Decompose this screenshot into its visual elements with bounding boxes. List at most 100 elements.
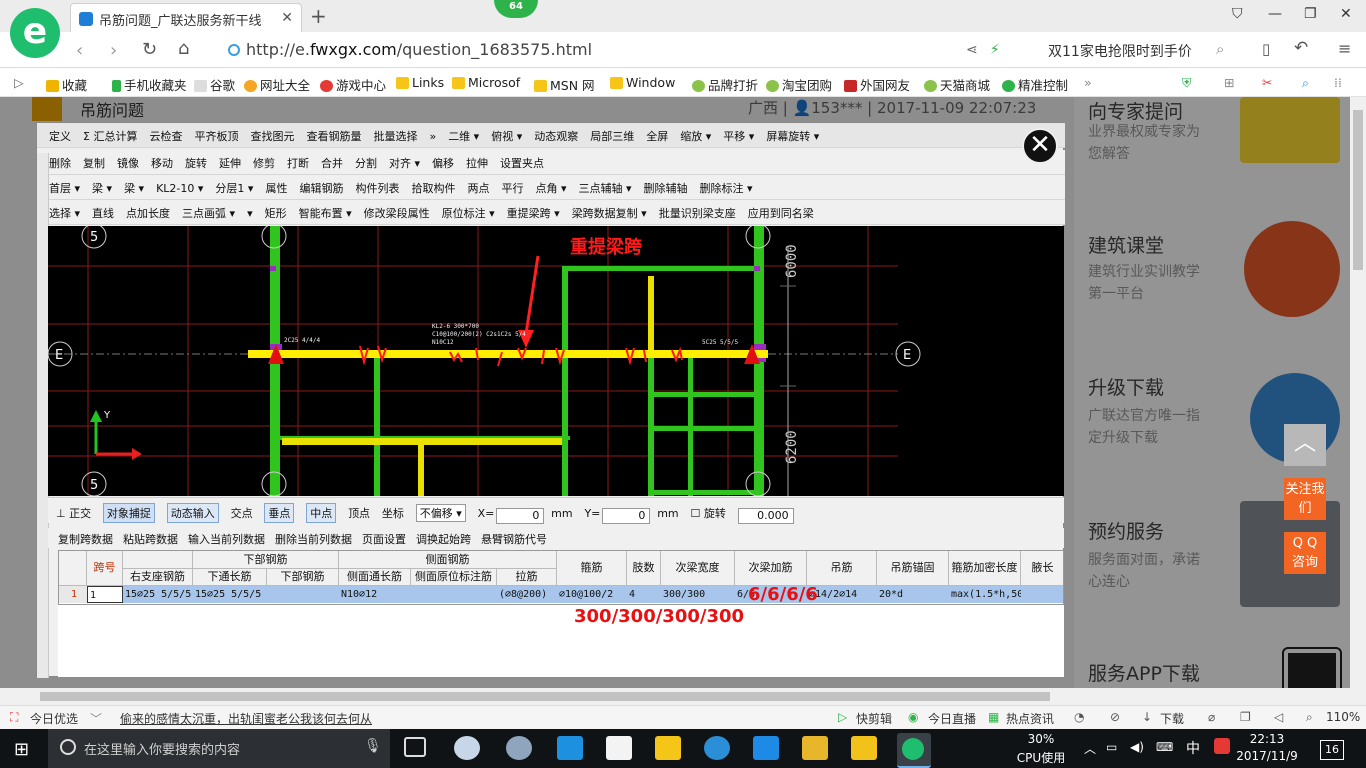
toolbar-button[interactable]: 拾取构件 <box>411 180 455 196</box>
toolbar-button[interactable]: 页面设置 <box>362 531 406 547</box>
bookmark-item[interactable]: 品牌打折 <box>692 75 758 94</box>
column-header[interactable]: 跨号 <box>87 551 123 586</box>
menu-icon[interactable]: ≡ <box>1338 39 1351 58</box>
bookmark-item[interactable]: 谷歌 <box>194 75 235 94</box>
status-link[interactable]: 快剪辑 <box>856 710 892 727</box>
toolbar-button[interactable]: 动态观察 <box>534 128 578 144</box>
toolbar-button[interactable]: 全屏 <box>646 128 668 144</box>
toolbar-button[interactable]: 偏移 <box>432 155 454 171</box>
table-cell[interactable]: max(1.5*h,50 <box>949 586 1021 603</box>
skin-icon[interactable]: ⛉ <box>1232 6 1243 22</box>
chevron-down-icon[interactable]: ﹀ <box>90 710 102 727</box>
undo-icon[interactable]: ↶ <box>1294 38 1308 58</box>
table-cell[interactable]: 4 <box>627 586 661 603</box>
maximize-icon[interactable]: ❐ <box>1304 6 1317 22</box>
bookmark-item[interactable]: 外国网友 <box>844 75 910 94</box>
browser-logo[interactable]: e <box>10 8 60 58</box>
perpendicular-snap[interactable]: 垂点 <box>264 503 295 523</box>
column-header[interactable]: 吊筋 <box>807 551 877 586</box>
address-bar[interactable]: http://e.fwxgx.com/question_1683575.html <box>246 40 592 59</box>
toolbar-button[interactable]: 点角 ▾ <box>535 180 566 196</box>
bookmark-item[interactable]: 网址大全 <box>244 75 310 94</box>
search-icon[interactable]: ⌕ <box>1216 40 1224 58</box>
close-lightbox-button[interactable]: ✕ <box>1022 128 1058 164</box>
column-header[interactable]: 下部钢筋 <box>267 569 339 586</box>
close-window-icon[interactable]: ✕ <box>1340 6 1352 22</box>
toolbar-button[interactable]: 输入当前列数据 <box>188 531 265 547</box>
toolbar-button[interactable]: 拉伸 <box>466 155 488 171</box>
new-tab-button[interactable]: + <box>310 4 327 28</box>
column-header[interactable]: 侧面原位标注筋 <box>411 569 497 586</box>
bookmark-item[interactable]: 手机收藏夹 <box>112 75 187 94</box>
toolbar-button[interactable]: 重提梁跨 ▾ <box>507 205 560 221</box>
status-link[interactable]: 今日优选 <box>30 710 78 727</box>
table-cell[interactable] <box>267 586 339 603</box>
horizontal-scroll-thumb[interactable] <box>40 692 1050 701</box>
rotate-input[interactable]: 0.000 <box>737 508 794 524</box>
toolbar-button[interactable]: 平行 <box>501 180 523 196</box>
download-link[interactable]: 下载 <box>1160 710 1184 727</box>
column-header[interactable]: 肢数 <box>627 551 661 586</box>
back-to-top-button[interactable]: ︿ <box>1284 424 1326 466</box>
table-cell[interactable]: N10⌀12 <box>339 586 411 603</box>
clock-date[interactable]: 2017/11/9 <box>1234 749 1300 763</box>
toolbar-button[interactable]: 应用到同名梁 <box>748 205 814 221</box>
bookmark-item[interactable]: 收藏 <box>46 75 87 94</box>
toolbar-button[interactable]: 缩放 ▾ <box>680 128 711 144</box>
bookmark-item[interactable]: 天猫商城 <box>924 75 990 94</box>
column-header[interactable]: 箍筋 <box>557 551 627 586</box>
toolbar-button[interactable]: 旋转 <box>185 155 207 171</box>
table-cell[interactable]: 300/300 <box>661 586 735 603</box>
cpu-usage[interactable]: 30% <box>1016 732 1066 746</box>
taskbar-search[interactable]: 在这里输入你要搜索的内容 🎙 <box>48 729 390 768</box>
toolbar-button[interactable]: 平齐板顶 <box>194 128 238 144</box>
toolbar-button[interactable]: 三点画弧 ▾ <box>182 205 235 221</box>
bookmark-item[interactable]: Window <box>610 75 675 90</box>
bookmark-item[interactable]: Links <box>396 75 444 90</box>
app-icon[interactable] <box>454 736 480 760</box>
phone-icon[interactable]: ▯ <box>1262 40 1270 58</box>
bookmark-item[interactable]: 精准控制 <box>1002 75 1068 94</box>
table-cell[interactable]: 1 <box>87 586 123 603</box>
toolbar-button[interactable]: 选择 ▾ <box>49 205 80 221</box>
toolbar-button[interactable]: 分层1 ▾ <box>215 180 253 196</box>
news-link[interactable]: 偷来的感情太沉重，出轨闺蜜老公我该何去何从 <box>120 710 372 727</box>
toolbar-button[interactable]: 梁 ▾ <box>92 180 112 196</box>
toolbar-button[interactable]: 原位标注 ▾ <box>442 205 495 221</box>
zoom-level[interactable]: 110% <box>1326 710 1360 724</box>
help-icon[interactable] <box>851 736 877 760</box>
notification-center[interactable]: 16 <box>1320 740 1344 760</box>
toolbar-button[interactable]: 移动 <box>151 155 173 171</box>
network-icon[interactable]: ▭ <box>1106 740 1117 754</box>
active-tab[interactable]: 吊筋问题_广联达服务新干线 ✕ <box>70 3 302 32</box>
column-header[interactable]: 次梁加筋 <box>735 551 807 586</box>
minimize-icon[interactable]: — <box>1268 6 1282 22</box>
sound-icon[interactable]: ◁ <box>1274 710 1283 724</box>
toolbar-button[interactable]: 俯视 ▾ <box>491 128 522 144</box>
ortho-toggle[interactable]: ⊥ 正交 <box>56 505 91 521</box>
speed-icon[interactable]: ⚡ <box>990 42 1000 58</box>
column-header[interactable]: 吊筋锚固 <box>877 551 949 586</box>
search-hint[interactable]: 双11家电抢限时到手价 <box>1048 41 1192 61</box>
table-cell[interactable]: (⌀8@200) <box>497 586 557 603</box>
offset-select[interactable]: 不偏移 ▾ <box>415 504 466 522</box>
toolbar-button[interactable]: 屏幕旋转 ▾ <box>766 128 819 144</box>
toolbar-button[interactable]: 删除辅轴 <box>644 180 688 196</box>
window-icon[interactable]: ❐ <box>1240 710 1251 724</box>
toolbar-button[interactable]: 合并 <box>321 155 343 171</box>
clock-time[interactable]: 22:13 <box>1238 732 1296 746</box>
toolbar-button[interactable]: 复制跨数据 <box>58 531 113 547</box>
windows-start-icon[interactable]: ⊞ <box>14 739 29 760</box>
x-input[interactable]: 0 <box>496 508 545 524</box>
table-cell[interactable]: 15⌀25 5/5/5 <box>193 586 267 603</box>
toolbar-button[interactable]: 延伸 <box>219 155 241 171</box>
toolbar-button[interactable]: 粘贴跨数据 <box>123 531 178 547</box>
toolbar-button[interactable]: 批量选择 <box>373 128 417 144</box>
toolbar-button[interactable]: 查看钢筋量 <box>306 128 361 144</box>
microphone-icon[interactable]: 🎙 <box>364 738 382 754</box>
toolbar-button[interactable]: 局部三维 <box>590 128 634 144</box>
home-icon[interactable]: ⌂ <box>178 38 189 59</box>
vertex-snap[interactable]: 顶点 <box>348 505 370 521</box>
midpoint-snap[interactable]: 中点 <box>306 503 337 523</box>
column-header[interactable]: 侧面通长筋 <box>339 569 411 586</box>
